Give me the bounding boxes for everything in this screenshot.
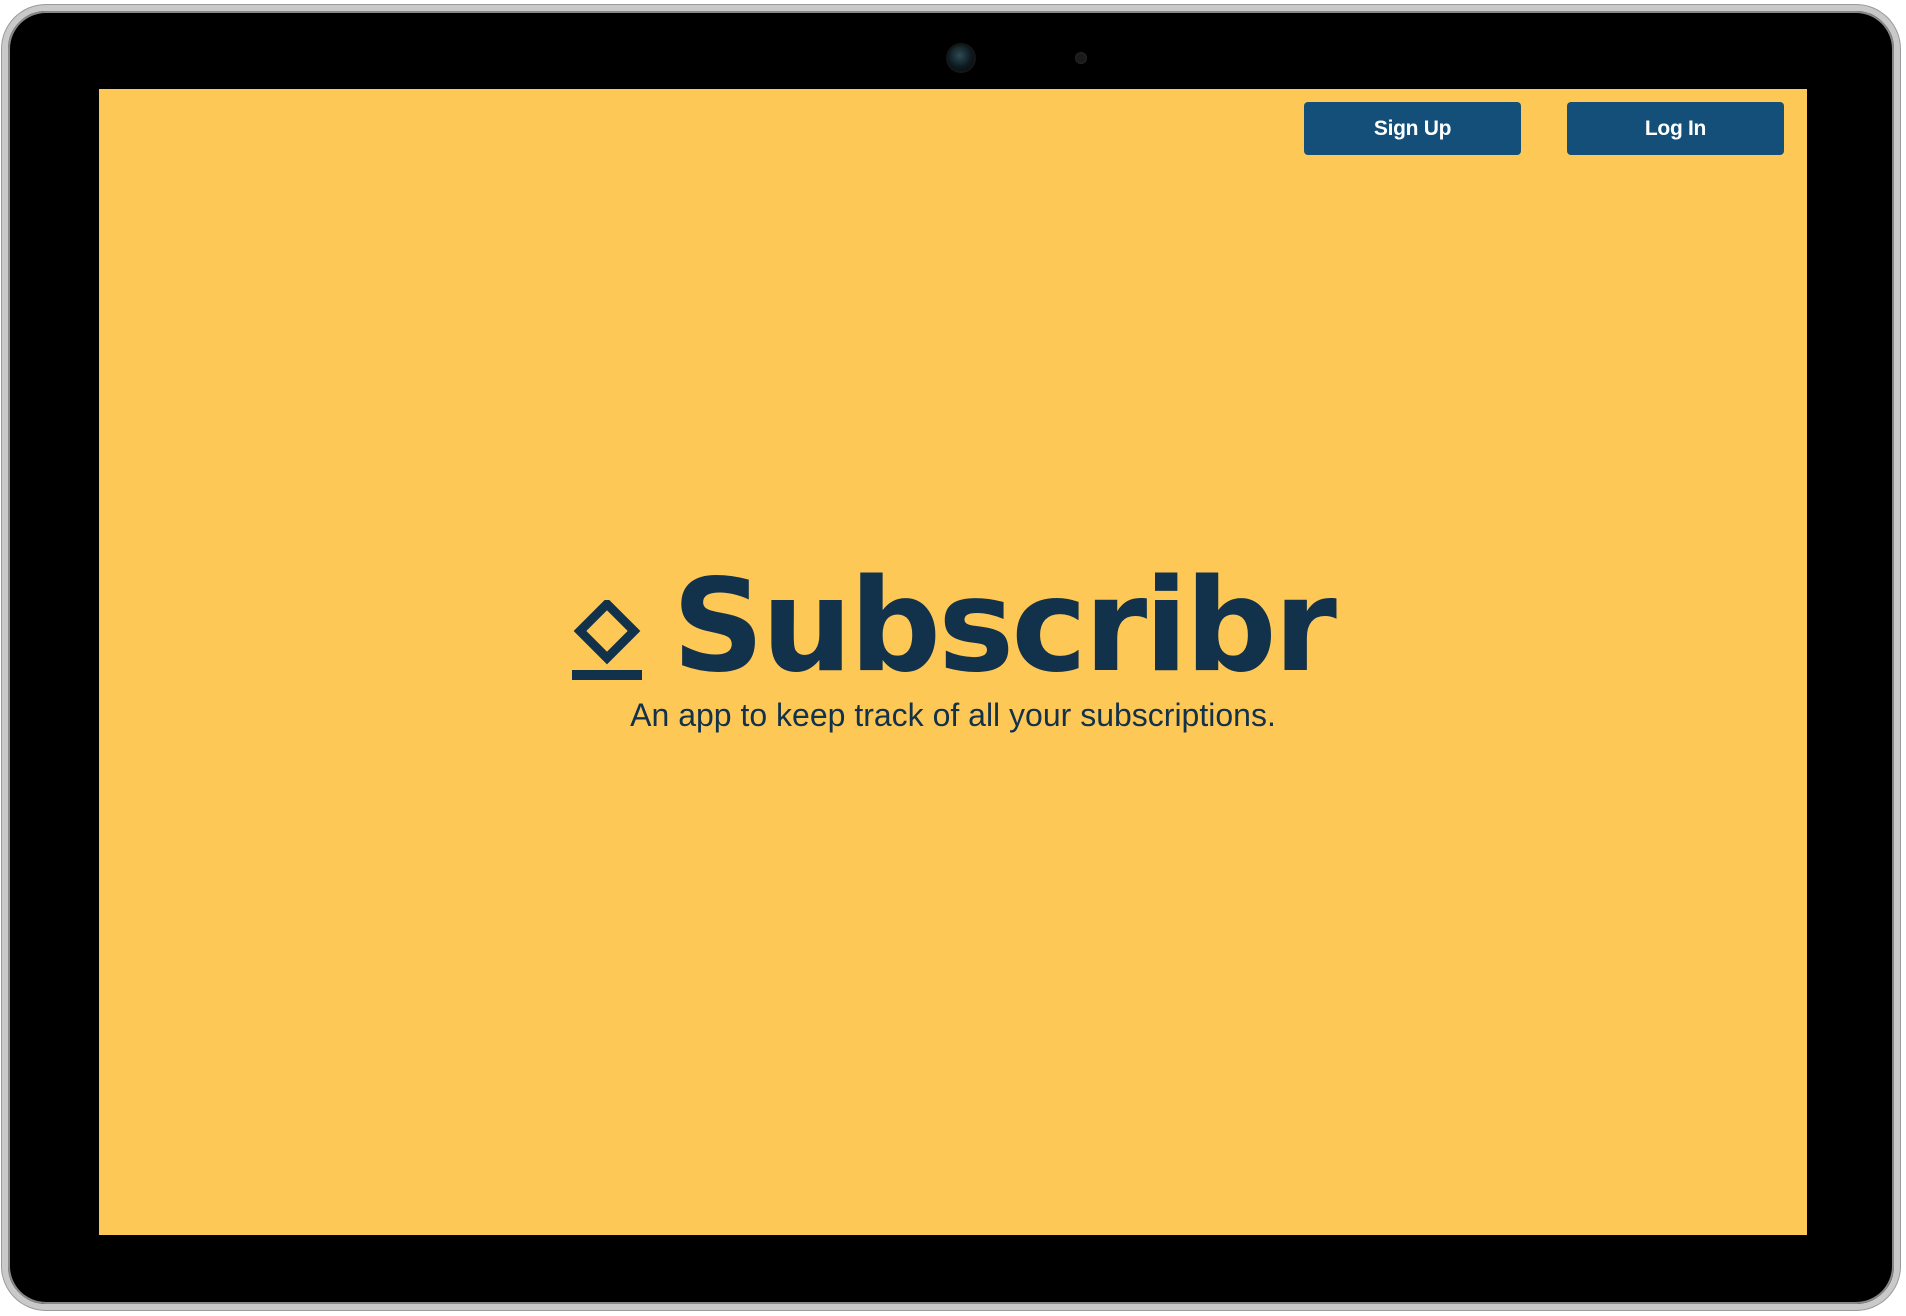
sign-up-button[interactable]: Sign Up — [1304, 102, 1521, 155]
brand-name: Subscribr — [672, 552, 1337, 701]
sensor-icon — [1076, 53, 1086, 63]
tablet-frame: Sign Up Log In Subscribr An app to keep … — [2, 5, 1900, 1310]
diamond-logo-icon — [572, 600, 643, 680]
app-screen: Sign Up Log In Subscribr An app to keep … — [99, 89, 1807, 1235]
brand-logo: Subscribr — [572, 552, 1337, 701]
tagline: An app to keep track of all your subscri… — [630, 697, 1276, 733]
log-in-button[interactable]: Log In — [1567, 102, 1784, 155]
hero: Subscribr An app to keep track of all yo… — [99, 552, 1807, 734]
camera-icon — [948, 45, 974, 71]
